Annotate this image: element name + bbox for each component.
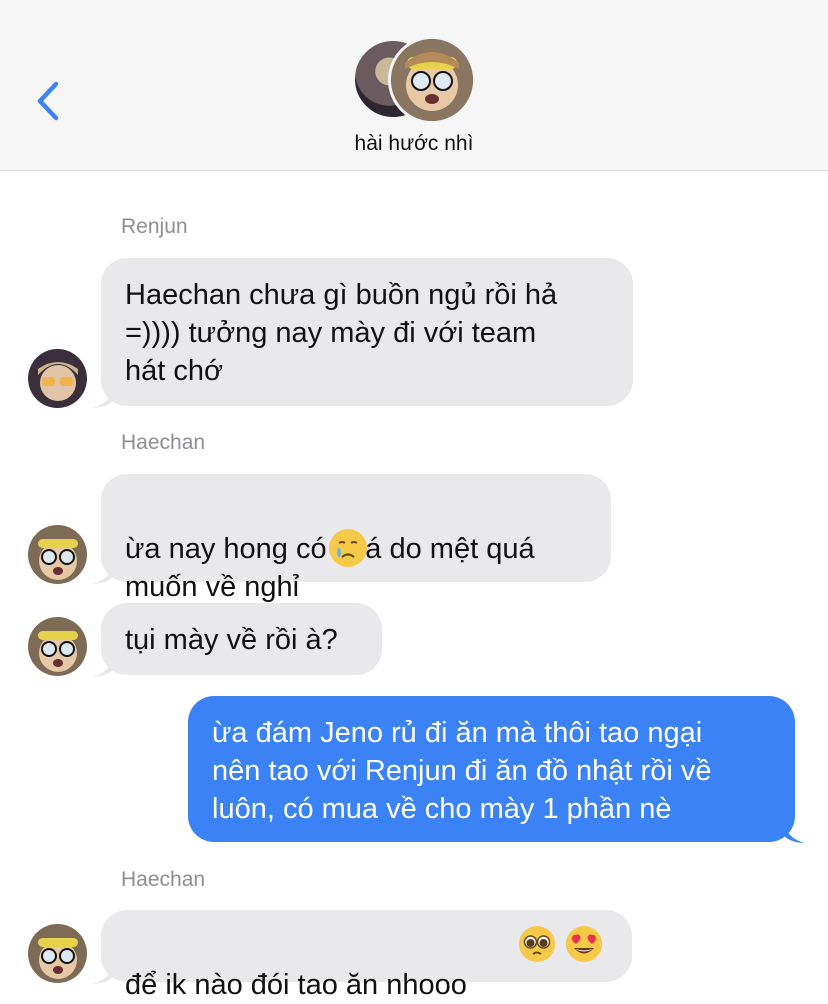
sender-label: Haechan <box>121 431 206 454</box>
message-text: để ik nào đói tao ăn nhooo <box>125 969 467 1001</box>
avatar-haechan[interactable] <box>28 924 87 983</box>
pleading-face-emoji <box>518 925 556 963</box>
avatar-renjun[interactable] <box>28 349 87 408</box>
avatar-haechan[interactable] <box>28 617 87 676</box>
message-bubble-outgoing[interactable]: ừa đám Jeno rủ đi ăn mà thôi tao ngại nê… <box>188 696 795 842</box>
bubble-tail <box>92 386 114 408</box>
member-avatar-haechan <box>388 36 476 124</box>
message-bubble-incoming[interactable]: tụi mày về rồi à? <box>101 603 382 675</box>
sender-label: Renjun <box>121 215 188 238</box>
chevron-left-icon <box>37 81 59 121</box>
bubble-tail <box>92 562 114 584</box>
back-button[interactable] <box>30 78 70 124</box>
crying-face-emoji <box>329 529 367 567</box>
conversation-title[interactable]: hài hước nhì <box>0 132 828 156</box>
bubble-tail <box>92 962 114 984</box>
group-avatar[interactable] <box>352 36 482 124</box>
conversation-header: hài hước nhì <box>0 0 828 171</box>
bubble-tail <box>783 821 805 843</box>
bubble-tail <box>92 655 114 677</box>
message-bubble-incoming[interactable]: Haechan chưa gì buồn ngủ rồi hả =)))) tư… <box>101 258 633 406</box>
heart-eyes-face-emoji <box>565 925 603 963</box>
sender-label: Haechan <box>121 868 206 891</box>
avatar-haechan[interactable] <box>28 525 87 584</box>
